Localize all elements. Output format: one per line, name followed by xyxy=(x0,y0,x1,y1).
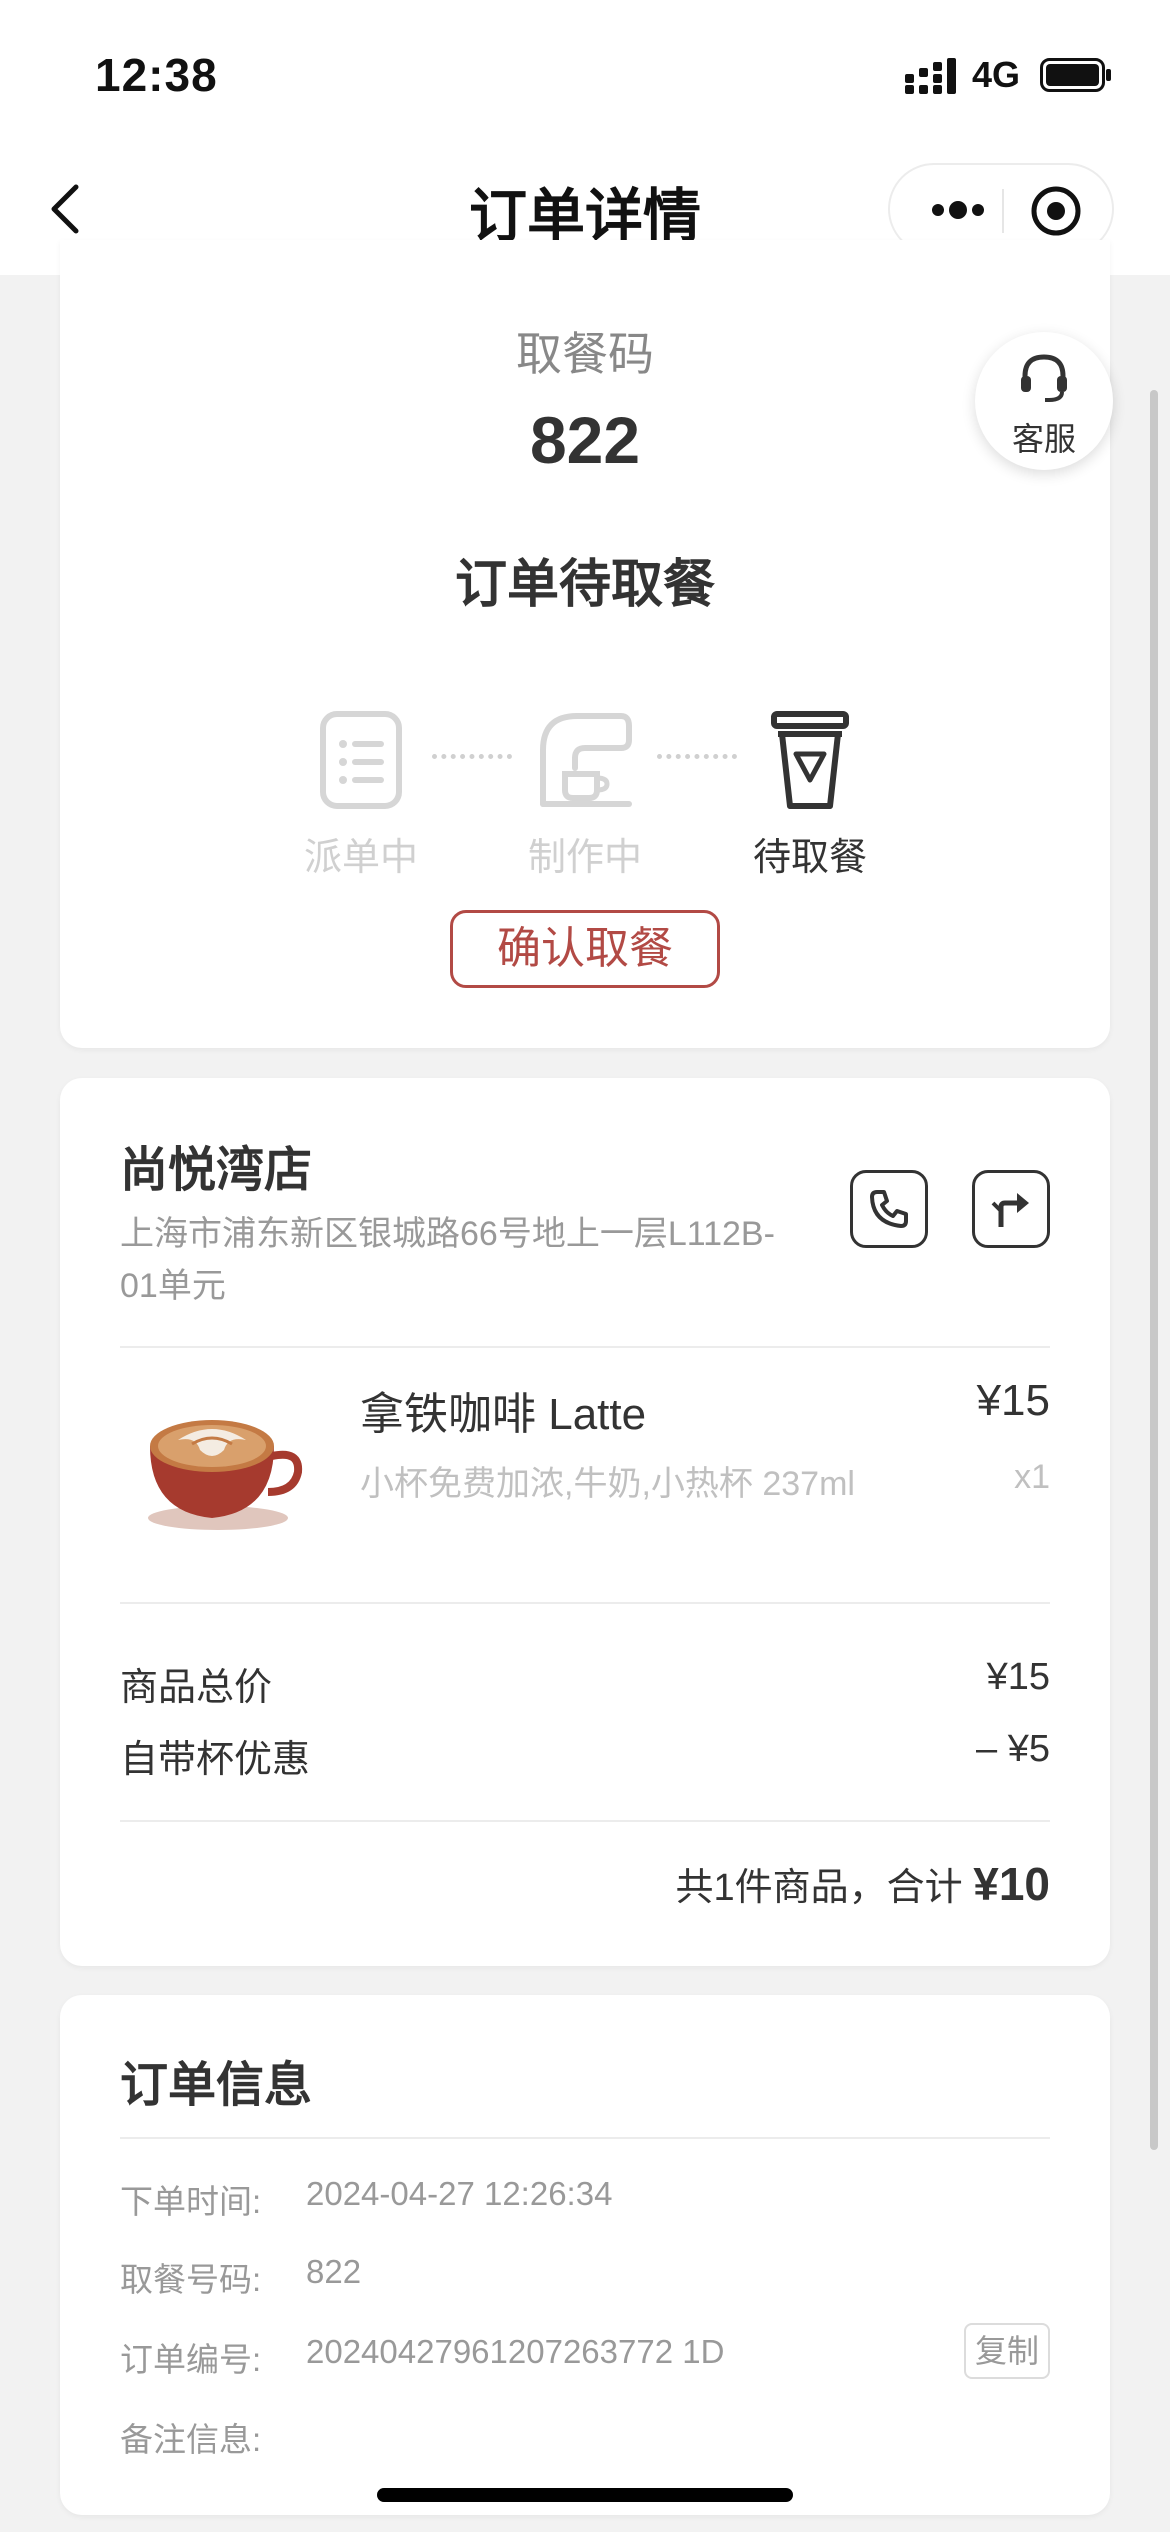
divider xyxy=(120,1820,1050,1822)
status-bar: 12:38 4G xyxy=(0,0,1170,145)
order-status: 订单待取餐 xyxy=(454,556,715,614)
network-type: 4G xyxy=(972,54,1021,95)
coffee-machine-icon xyxy=(540,713,632,807)
close-miniprogram-icon[interactable] xyxy=(1030,185,1082,237)
discount-value: – ¥5 xyxy=(976,1728,1050,1770)
order-time-label: 下单时间: xyxy=(120,2183,262,2220)
step-label: 制作中 xyxy=(527,837,642,879)
pickup-code: 822 xyxy=(529,403,641,477)
step-making: 制作中 xyxy=(515,710,655,881)
divider xyxy=(120,1602,1050,1604)
customer-service-label: 客服 xyxy=(1011,421,1076,457)
summary-prefix: 共1件商品，合计 xyxy=(675,1867,963,1909)
signal-icon xyxy=(905,58,956,94)
product-name: 拿铁咖啡 Latte xyxy=(360,1390,647,1439)
order-summary: 共1件商品，合计 ¥10 xyxy=(676,1856,1050,1911)
order-number-label: 订单编号: xyxy=(120,2341,262,2378)
pickup-card: 取餐码 822 订单待取餐 派单中 制作中 待取餐 确认取餐 xyxy=(60,240,1110,1048)
confirm-pickup-button[interactable]: 确认取餐 xyxy=(450,910,720,988)
divider xyxy=(120,2137,1050,2139)
cup-icon xyxy=(771,711,849,809)
latte-cup-image xyxy=(148,1420,303,1530)
headset-icon xyxy=(1021,354,1067,402)
battery-icon xyxy=(1040,58,1111,92)
phone-icon xyxy=(870,1190,908,1228)
store-address: 上海市浦东新区银城路66号地上一层L112B-01单元 xyxy=(120,1215,775,1305)
order-detail-page: 12:38 4G 订单详情 取餐码 822 订单待取餐 派单中 制作中 待取餐 … xyxy=(0,0,1170,2532)
order-number-value: 20240427961207263772 1D xyxy=(306,2333,725,2370)
discount-label: 自带杯优惠 xyxy=(120,1739,311,1781)
summary-total: ¥10 xyxy=(973,1858,1050,1910)
step-ready: 待取餐 xyxy=(740,710,880,881)
store-name: 尚悦湾店 xyxy=(120,1144,313,1197)
remark-label: 备注信息: xyxy=(120,2421,262,2458)
clipboard-icon xyxy=(320,711,402,809)
order-info-card: 订单信息 下单时间: 2024-04-27 12:26:34 取餐号码: 822… xyxy=(60,1995,1110,2515)
capsule-divider xyxy=(1002,189,1004,233)
order-time-value: 2024-04-27 12:26:34 xyxy=(306,2175,613,2212)
subtotal-label: 商品总价 xyxy=(120,1667,273,1709)
step-label: 派单中 xyxy=(303,837,418,879)
step-connector xyxy=(432,754,512,760)
order-info-title: 订单信息 xyxy=(120,2059,313,2112)
customer-service-button[interactable]: 客服 xyxy=(975,332,1113,470)
scrollbar[interactable] xyxy=(1150,390,1158,2150)
divider xyxy=(120,1346,1050,1348)
pickup-code-label: 取餐码 xyxy=(516,328,654,380)
direction-icon xyxy=(991,1193,1029,1227)
product-spec: 小杯免费加浓,牛奶,小热杯 237ml xyxy=(360,1465,855,1503)
product-price: ¥15 xyxy=(976,1376,1050,1425)
copy-button[interactable]: 复制 xyxy=(964,2323,1050,2379)
step-dispatching: 派单中 xyxy=(291,710,431,881)
call-store-button[interactable] xyxy=(850,1170,928,1248)
step-label: 待取餐 xyxy=(752,837,867,879)
pickup-number-label: 取餐号码: xyxy=(120,2261,262,2298)
navigate-button[interactable] xyxy=(972,1170,1050,1248)
step-connector xyxy=(657,754,737,760)
product-qty: x1 xyxy=(1014,1458,1050,1496)
store-card: 尚悦湾店 上海市浦东新区银城路66号地上一层L112B-01单元 拿铁咖啡 La… xyxy=(60,1078,1110,1966)
home-indicator[interactable] xyxy=(377,2488,793,2502)
more-icon[interactable] xyxy=(928,195,988,225)
pickup-number-value: 822 xyxy=(306,2253,362,2290)
status-time: 12:38 xyxy=(95,49,218,101)
subtotal-value: ¥15 xyxy=(986,1656,1050,1698)
